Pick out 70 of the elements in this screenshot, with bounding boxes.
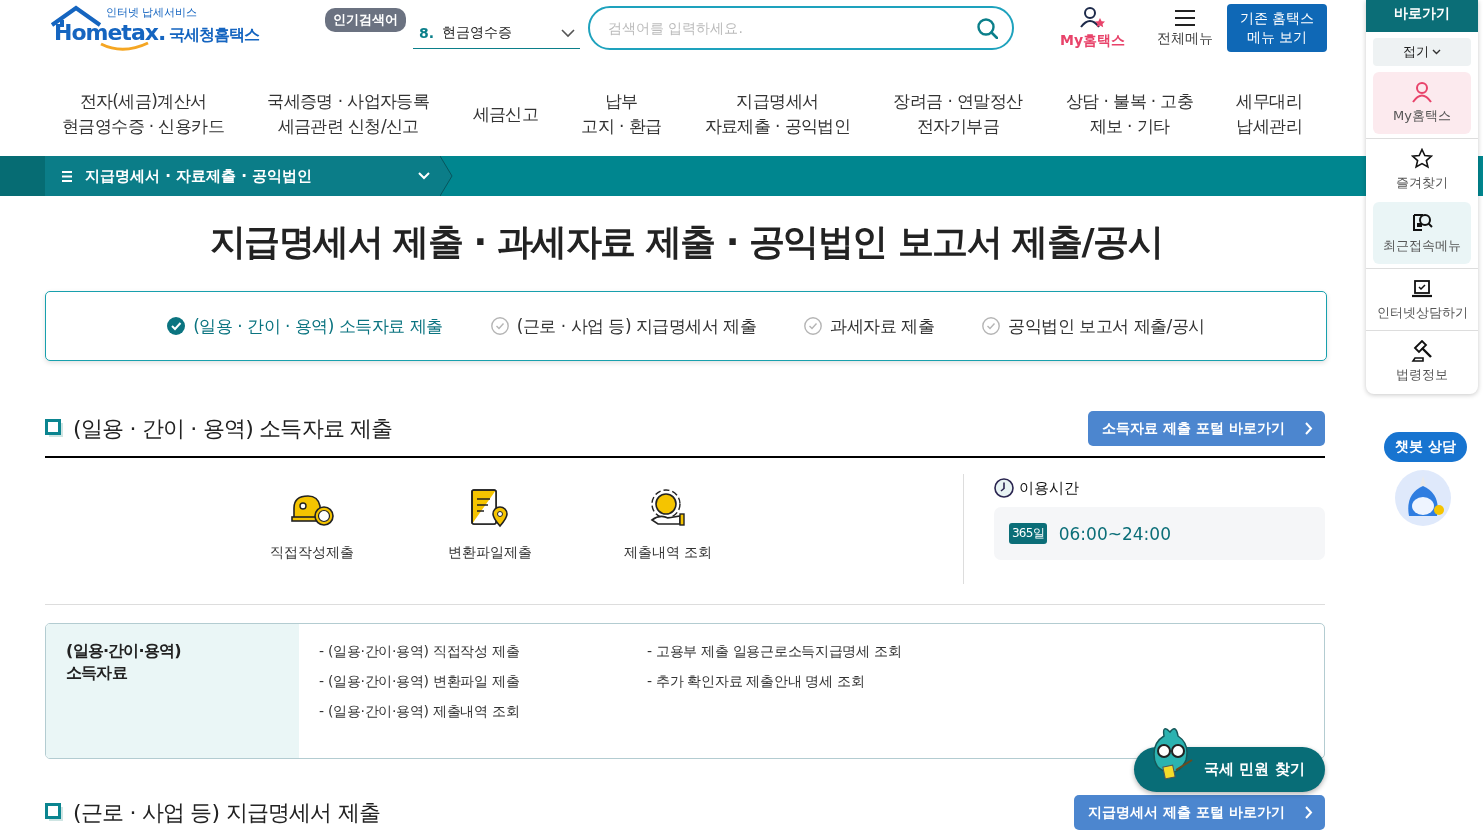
chevron-right-icon bbox=[1305, 806, 1313, 819]
menu-link[interactable]: - (일용·간이·용역) 제출내역 조회 bbox=[319, 702, 627, 721]
all-menu-button[interactable]: 전체메뉴 bbox=[1157, 8, 1214, 48]
shortcut-button[interactable]: 변환파일제출 bbox=[401, 474, 579, 584]
nav-menu-item[interactable]: 국세증명 · 사업자등록 세금관련 신청/신고 bbox=[267, 89, 430, 139]
quick-menu-item[interactable]: 최근접속메뉴 bbox=[1373, 202, 1471, 264]
menu-icon bbox=[61, 169, 73, 183]
popular-search-badge: 인기검색어 bbox=[325, 8, 406, 32]
section-heading: (근로 · 사업 등) 지급명세서 제출 bbox=[73, 798, 381, 827]
hours-time: 06:00~24:00 bbox=[1058, 523, 1171, 544]
nav-menu-item[interactable]: 장려금 · 연말정산 전자기부금 bbox=[893, 89, 1023, 139]
mascot-drawing bbox=[1395, 470, 1451, 526]
check-outline-icon bbox=[982, 317, 1001, 335]
tab[interactable]: 과세자료 제출 bbox=[804, 314, 935, 338]
category-label: (일용·간이·용역) 소득자료 bbox=[66, 640, 182, 684]
section-heading: (일용 · 간이 · 용역) 소득자료 제출 bbox=[73, 414, 393, 443]
laptop-icon bbox=[1411, 277, 1433, 300]
search-field[interactable]: 검색어를 입력하세요. bbox=[588, 6, 1014, 50]
hours-label: 이용시간 bbox=[1019, 478, 1079, 498]
square-bullet-icon bbox=[45, 419, 64, 438]
civil-search-button[interactable]: 국세 민원 찾기 bbox=[1134, 747, 1325, 792]
tab[interactable]: (근로 · 사업 등) 지급명세서 제출 bbox=[490, 314, 757, 338]
my-hometax-button[interactable]: My홈택스 bbox=[1060, 6, 1126, 50]
nav-menu-item[interactable]: 세무대리 납세관리 bbox=[1236, 89, 1302, 139]
search-icon bbox=[976, 17, 998, 39]
chevron-right-icon bbox=[1305, 422, 1313, 435]
nav-menu-item[interactable]: 세금신고 bbox=[472, 101, 539, 127]
logo-tagline: 인터넷 납세서비스 bbox=[106, 5, 198, 20]
gavel-icon bbox=[1411, 339, 1433, 362]
chevron-down-icon bbox=[560, 28, 576, 38]
nav-menu-item[interactable]: 납부 고지 · 환급 bbox=[581, 89, 662, 139]
quick-menu-item[interactable]: My홈택스 bbox=[1373, 72, 1471, 134]
menu-link[interactable]: - (일용·간이·용역) 변환파일 제출 bbox=[319, 672, 627, 691]
portal-link-button[interactable]: 소득자료 제출 포털 바로가기 bbox=[1088, 411, 1325, 446]
logo-name: 국세청홈택스 bbox=[169, 25, 260, 46]
quick-menu-item[interactable]: 즐겨찾기 bbox=[1366, 138, 1478, 200]
page-title: 지급명세서 제출 · 과세자료 제출 · 공익법인 보고서 제출/공시 bbox=[208, 220, 1164, 264]
chatbot-bubble[interactable]: 챗봇 상담 bbox=[1384, 432, 1467, 462]
menu-link[interactable]: - 고용부 제출 일용근로소득지급명세 조회 bbox=[647, 642, 955, 661]
shortcut-button[interactable]: 직접작성제출 bbox=[223, 474, 401, 584]
nav-menu-item[interactable]: 지급명세서 자료제출 · 공익법인 bbox=[704, 89, 851, 139]
popular-search-dropdown[interactable]: 8. 현금영수증 bbox=[413, 18, 580, 49]
logo-wordmark: Hometax. bbox=[54, 20, 166, 45]
collapse-button[interactable]: 접기 bbox=[1373, 38, 1471, 66]
quick-menu-item[interactable]: 인터넷상담하기 bbox=[1366, 268, 1478, 330]
check-outline-icon bbox=[490, 317, 509, 335]
document-search-icon bbox=[1411, 211, 1433, 233]
square-bullet-icon bbox=[45, 803, 64, 822]
shortcut-button[interactable]: 제출내역 조회 bbox=[579, 474, 757, 584]
star-icon bbox=[1411, 147, 1433, 170]
nav-menu-item[interactable]: 상담 · 불복 · 고충 제보 · 기타 bbox=[1065, 89, 1194, 139]
quick-menu-title: 바로가기 bbox=[1366, 0, 1478, 32]
menu-link[interactable]: - (일용·간이·용역) 직접작성 제출 bbox=[319, 642, 627, 661]
quick-menu-item[interactable]: 법령정보 bbox=[1366, 330, 1478, 392]
days-badge: 365일 bbox=[1009, 523, 1047, 544]
user-icon bbox=[1411, 81, 1433, 103]
portal-link-button[interactable]: 지급명세서 제출 포털 바로가기 bbox=[1074, 795, 1325, 830]
nav-menu-item[interactable]: 전자(세금)계산서 현금영수증 · 신용카드 bbox=[62, 89, 224, 139]
menu-link[interactable]: - 추가 확인자료 제출안내 명세 조회 bbox=[647, 672, 955, 691]
menu-icon bbox=[1174, 8, 1197, 28]
user-star-icon bbox=[1079, 6, 1106, 30]
clock-icon bbox=[994, 478, 1014, 498]
check-outline-icon bbox=[804, 317, 823, 335]
check-circle-icon bbox=[167, 317, 186, 335]
chevron-down-icon bbox=[418, 172, 430, 180]
legacy-menu-button[interactable]: 기존 홈택스 메뉴 보기 bbox=[1227, 4, 1328, 52]
bar-segment bbox=[0, 156, 45, 196]
tab[interactable]: 공익법인 보고서 제출/공시 bbox=[982, 314, 1205, 338]
chevron-down-icon bbox=[1432, 49, 1441, 55]
tab[interactable]: (일용 · 간이 · 용역) 소득자료 제출 bbox=[167, 314, 443, 338]
